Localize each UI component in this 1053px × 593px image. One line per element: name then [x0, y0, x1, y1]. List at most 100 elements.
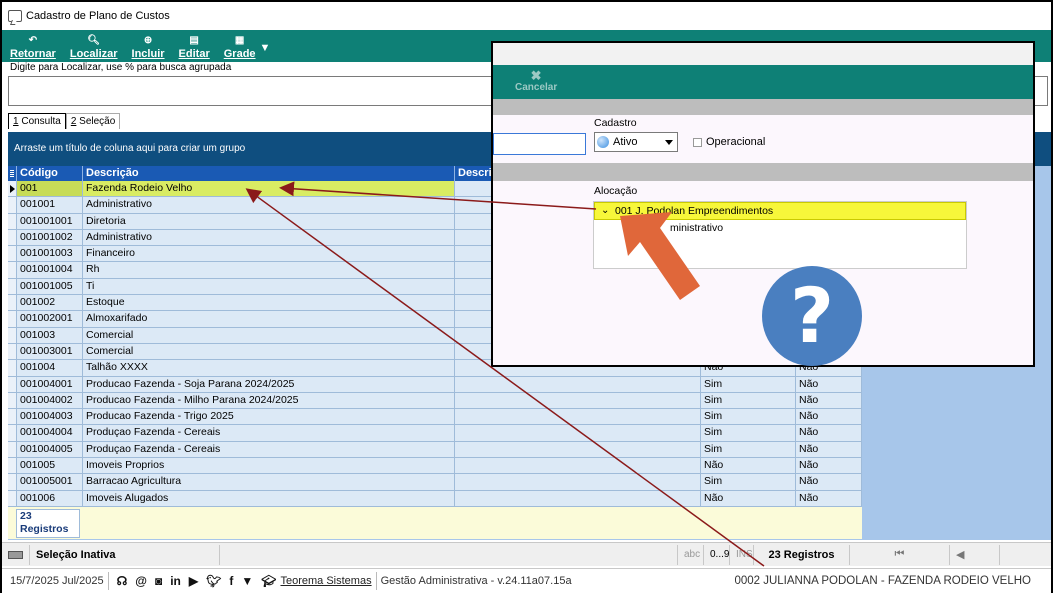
- cell-flag-b: Não: [796, 409, 862, 425]
- cadastro-input[interactable]: [493, 133, 586, 155]
- row-indicator: [8, 229, 17, 246]
- cell-description-2: [455, 458, 701, 474]
- row-indicator: [8, 278, 17, 295]
- cell-description-2: [455, 474, 701, 490]
- grid-dropdown-button[interactable]: ▼: [260, 42, 271, 62]
- prev-record-button[interactable]: ◀: [950, 544, 1000, 565]
- table-row[interactable]: 001005001 Barracao Agricultura Sim Não: [8, 474, 862, 491]
- row-indicator: [8, 474, 17, 490]
- row-indicator: [8, 246, 17, 262]
- instagram-icon[interactable]: ◙: [155, 574, 162, 588]
- cell-flag-a: Sim: [701, 425, 796, 441]
- chevron-down-icon: ▼: [259, 42, 271, 54]
- edit-icon: ▤: [189, 35, 199, 46]
- row-indicator: [8, 295, 17, 311]
- cell-flag-a: Sim: [701, 409, 796, 425]
- overlay-titlebar: [493, 43, 1033, 65]
- tab-consulta-label: Consulta: [18, 116, 61, 127]
- add-label: Incluir: [131, 48, 165, 60]
- cell-code: 001004003: [17, 409, 83, 425]
- table-row[interactable]: 001006 Imoveis Alugados Não Não: [8, 490, 862, 507]
- search-icon: 🔍︎: [87, 35, 101, 46]
- alocacao-subitem[interactable]: ministrativo: [594, 220, 966, 236]
- title-bar: Cadastro de Plano de Custos: [2, 2, 1051, 30]
- cell-description: Rh: [83, 262, 455, 278]
- at-icon[interactable]: @: [135, 574, 147, 588]
- tab-consulta[interactable]: 1 Consulta: [8, 113, 66, 129]
- cell-flag-b: Não: [796, 490, 862, 506]
- locate-button[interactable]: 🔍︎ Localizar: [70, 35, 118, 62]
- operacional-checkbox[interactable]: Operacional: [693, 136, 765, 148]
- cell-code: 001003: [17, 327, 83, 343]
- table-row[interactable]: 001005 Imoveis Proprios Não Não: [8, 458, 862, 475]
- status-dot-icon: [597, 136, 609, 148]
- num-indicator: 0...9: [704, 544, 730, 565]
- row-indicator: [8, 458, 17, 474]
- table-row[interactable]: 001004003 Producao Fazenda - Trigo 2025 Si…: [8, 409, 862, 426]
- table-row[interactable]: 001004005 Produçao Fazenda - Cereais Sim Nã…: [8, 441, 862, 459]
- headset-icon[interactable]: ☊: [117, 574, 128, 588]
- cell-description: Financeiro: [83, 246, 455, 262]
- company-link[interactable]: Teorema Sistemas: [280, 575, 371, 587]
- cell-code: 001001: [17, 197, 83, 213]
- row-indicator: [8, 425, 17, 441]
- cell-description-2: [455, 376, 701, 392]
- cell-description: Producao Fazenda - Soja Parana 2024/2025: [83, 376, 455, 392]
- linkedin-icon[interactable]: in: [170, 574, 181, 588]
- alocacao-item-label: 001 J. Podolan Empreendimentos: [615, 205, 774, 217]
- column-header-codigo[interactable]: Código: [17, 166, 83, 181]
- tab-selecao[interactable]: 2 Seleção: [65, 113, 121, 129]
- cell-code: 001001005: [17, 278, 83, 295]
- facebook-icon[interactable]: f: [229, 574, 233, 588]
- cell-code: 001: [17, 181, 83, 197]
- brand-icon[interactable]: ▼: [241, 574, 253, 588]
- cell-description-2: [455, 409, 701, 425]
- operacional-label: Operacional: [706, 136, 766, 148]
- version-text: Gestão Administrativa - v.24.11a07.15a: [380, 575, 572, 587]
- search-label: Digite para Localizar, use % para busca …: [8, 62, 234, 73]
- cell-code: 001004002: [17, 392, 83, 409]
- help-question-icon: ?: [762, 266, 862, 366]
- close-icon: ✖: [530, 68, 542, 83]
- cell-flag-a: Sim: [701, 441, 796, 458]
- grid-button[interactable]: ▦ Grade: [224, 35, 256, 62]
- row-indicator: [8, 327, 17, 343]
- status-spacer: [220, 544, 678, 565]
- graduation-icon[interactable]: 🎓︎: [261, 574, 276, 588]
- cell-description: Fazenda Rodeio Velho: [83, 181, 455, 197]
- cell-description: Producao Fazenda - Trigo 2025: [83, 409, 455, 425]
- cell-code: 001004001: [17, 376, 83, 392]
- first-record-button[interactable]: ⏮: [850, 544, 950, 565]
- column-header-descricao[interactable]: Descrição: [83, 166, 455, 181]
- table-row[interactable]: 001004002 Producao Fazenda - Milho Parana…: [8, 392, 862, 410]
- status-bar: Seleção Inativa abc 0...9 INS 23 Registr…: [2, 542, 1051, 566]
- cell-description: Talhão XXXX: [83, 360, 455, 376]
- twitter-icon[interactable]: 🐦︎: [206, 574, 221, 588]
- cell-code: 001001004: [17, 262, 83, 278]
- table-row[interactable]: 001004001 Producao Fazenda - Soja Parana …: [8, 376, 862, 393]
- column-chooser-icon[interactable]: [8, 166, 17, 181]
- cell-code: 001002: [17, 295, 83, 311]
- cell-code: 001006: [17, 490, 83, 506]
- add-button[interactable]: ⊕ Incluir: [132, 35, 165, 62]
- cancel-button[interactable]: ✖ Cancelar: [515, 69, 557, 93]
- cell-flag-a: Sim: [701, 474, 796, 490]
- cell-description: Imoveis Alugados: [83, 490, 455, 506]
- youtube-icon[interactable]: ▶: [189, 574, 198, 588]
- cell-flag-a: Sim: [701, 392, 796, 409]
- cell-description: Produçao Fazenda - Cereais: [83, 441, 455, 458]
- alocacao-tree-item[interactable]: ⌄ 001 J. Podolan Empreendimentos: [594, 202, 966, 220]
- table-row[interactable]: 001004004 Produçao Fazenda - Cereais Sim Nã…: [8, 425, 862, 442]
- chevron-down-icon[interactable]: ⌄: [601, 203, 609, 219]
- cell-flag-a: Sim: [701, 376, 796, 392]
- cell-code: 001004005: [17, 441, 83, 458]
- cell-code: 001004: [17, 360, 83, 376]
- back-icon: ↶: [28, 35, 38, 46]
- return-button[interactable]: ↶ Retornar: [10, 35, 56, 62]
- status-select[interactable]: Ativo: [594, 132, 678, 152]
- cell-description-2: [455, 490, 701, 506]
- edit-button[interactable]: ▤ Editar: [179, 35, 210, 62]
- row-indicator: [8, 311, 17, 327]
- record-count: 23 Registros: [16, 509, 80, 538]
- footer-date: 15/7/2025 Jul/2025: [10, 575, 104, 587]
